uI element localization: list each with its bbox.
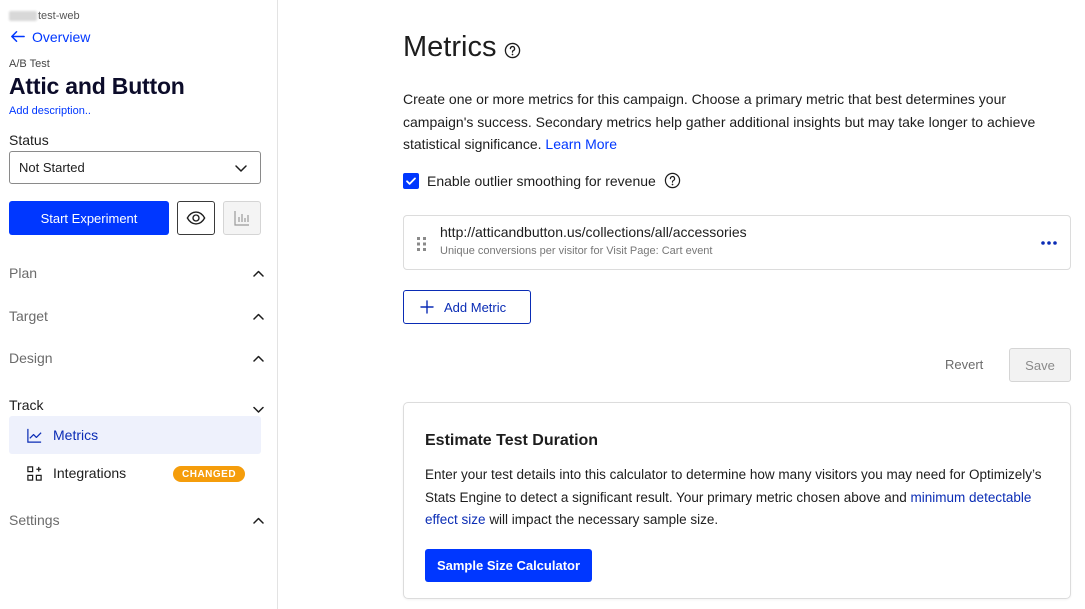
estimate-body: Enter your test details into this calcul… xyxy=(425,464,1045,532)
changed-badge: CHANGED xyxy=(173,466,246,482)
page-title-text: Metrics xyxy=(403,31,497,63)
section-target[interactable]: Target xyxy=(9,308,265,324)
add-metric-button[interactable]: Add Metric xyxy=(403,290,531,324)
estimate-duration-card: Estimate Test Duration Enter your test d… xyxy=(403,402,1071,599)
arrow-left-icon xyxy=(11,31,25,42)
help-circle-icon xyxy=(664,172,681,189)
experiment-type: A/B Test xyxy=(9,58,50,70)
section-track-label: Track xyxy=(9,396,44,413)
experiment-title: Attic and Button xyxy=(9,73,185,99)
results-button[interactable] xyxy=(223,201,261,235)
outlier-smoothing-label: Enable outlier smoothing for revenue xyxy=(427,172,656,189)
sidebar: test-web Overview A/B Test Attic and But… xyxy=(0,0,278,609)
sidebar-item-metrics-label: Metrics xyxy=(53,427,99,443)
drag-handle-icon[interactable] xyxy=(417,237,427,251)
eye-icon xyxy=(186,211,206,225)
section-settings-label: Settings xyxy=(9,512,60,528)
sample-size-calculator-button[interactable]: Sample Size Calculator xyxy=(425,549,592,582)
metric-card[interactable]: http://atticandbutton.us/collections/all… xyxy=(403,215,1071,270)
chevron-down-icon xyxy=(235,164,247,172)
project-prefix-blurred xyxy=(9,11,37,21)
preview-button[interactable] xyxy=(177,201,215,235)
line-chart-icon xyxy=(27,428,42,443)
learn-more-link[interactable]: Learn More xyxy=(545,136,617,152)
save-button[interactable]: Save xyxy=(1009,348,1071,382)
main-content: Metrics Create one or more metrics for t… xyxy=(279,0,1085,609)
more-options-icon[interactable] xyxy=(1041,240,1057,246)
back-label: Overview xyxy=(32,28,91,45)
estimate-text-2: will impact the necessary sample size. xyxy=(489,512,719,527)
sidebar-item-integrations-label: Integrations xyxy=(53,465,127,481)
section-track[interactable]: Track xyxy=(9,393,265,416)
section-plan[interactable]: Plan xyxy=(9,265,265,281)
start-experiment-button[interactable]: Start Experiment xyxy=(9,201,169,235)
metric-url: http://atticandbutton.us/collections/all… xyxy=(440,224,747,240)
section-settings[interactable]: Settings xyxy=(9,512,265,528)
chevron-up-icon xyxy=(253,313,264,320)
chevron-up-icon xyxy=(253,270,264,277)
status-label: Status xyxy=(9,132,49,148)
intro-text: Create one or more metrics for this camp… xyxy=(403,91,1036,152)
metric-description: Unique conversions per visitor for Visit… xyxy=(440,245,713,257)
help-circle-icon[interactable] xyxy=(504,42,521,59)
project-name-label: test-web xyxy=(38,10,80,22)
bar-chart-icon xyxy=(234,211,249,226)
project-name: test-web xyxy=(9,10,80,22)
checkmark-icon xyxy=(406,177,416,185)
chevron-up-icon xyxy=(253,517,264,524)
plus-icon xyxy=(420,300,434,314)
outlier-help[interactable] xyxy=(664,172,681,189)
metrics-intro: Create one or more metrics for this camp… xyxy=(403,88,1063,156)
section-target-label: Target xyxy=(9,308,48,324)
revert-button[interactable]: Revert xyxy=(945,357,983,372)
integrations-grid-icon xyxy=(27,465,42,481)
section-plan-label: Plan xyxy=(9,265,38,281)
chevron-up-icon xyxy=(253,355,264,362)
outlier-smoothing-row: Enable outlier smoothing for revenue xyxy=(403,172,681,189)
section-design[interactable]: Design xyxy=(9,350,265,366)
page-title: Metrics xyxy=(403,31,521,64)
status-dropdown[interactable]: Not Started xyxy=(9,151,261,184)
estimate-title: Estimate Test Duration xyxy=(425,432,599,449)
section-design-label: Design xyxy=(9,350,53,366)
add-description-link[interactable]: Add description.. xyxy=(9,105,91,117)
status-value: Not Started xyxy=(19,160,85,175)
chevron-down-icon xyxy=(253,406,264,413)
sidebar-item-metrics[interactable]: Metrics xyxy=(9,416,261,454)
back-to-overview-link[interactable]: Overview xyxy=(9,28,90,45)
add-metric-label: Add Metric xyxy=(444,299,507,315)
outlier-smoothing-checkbox[interactable] xyxy=(403,172,419,189)
